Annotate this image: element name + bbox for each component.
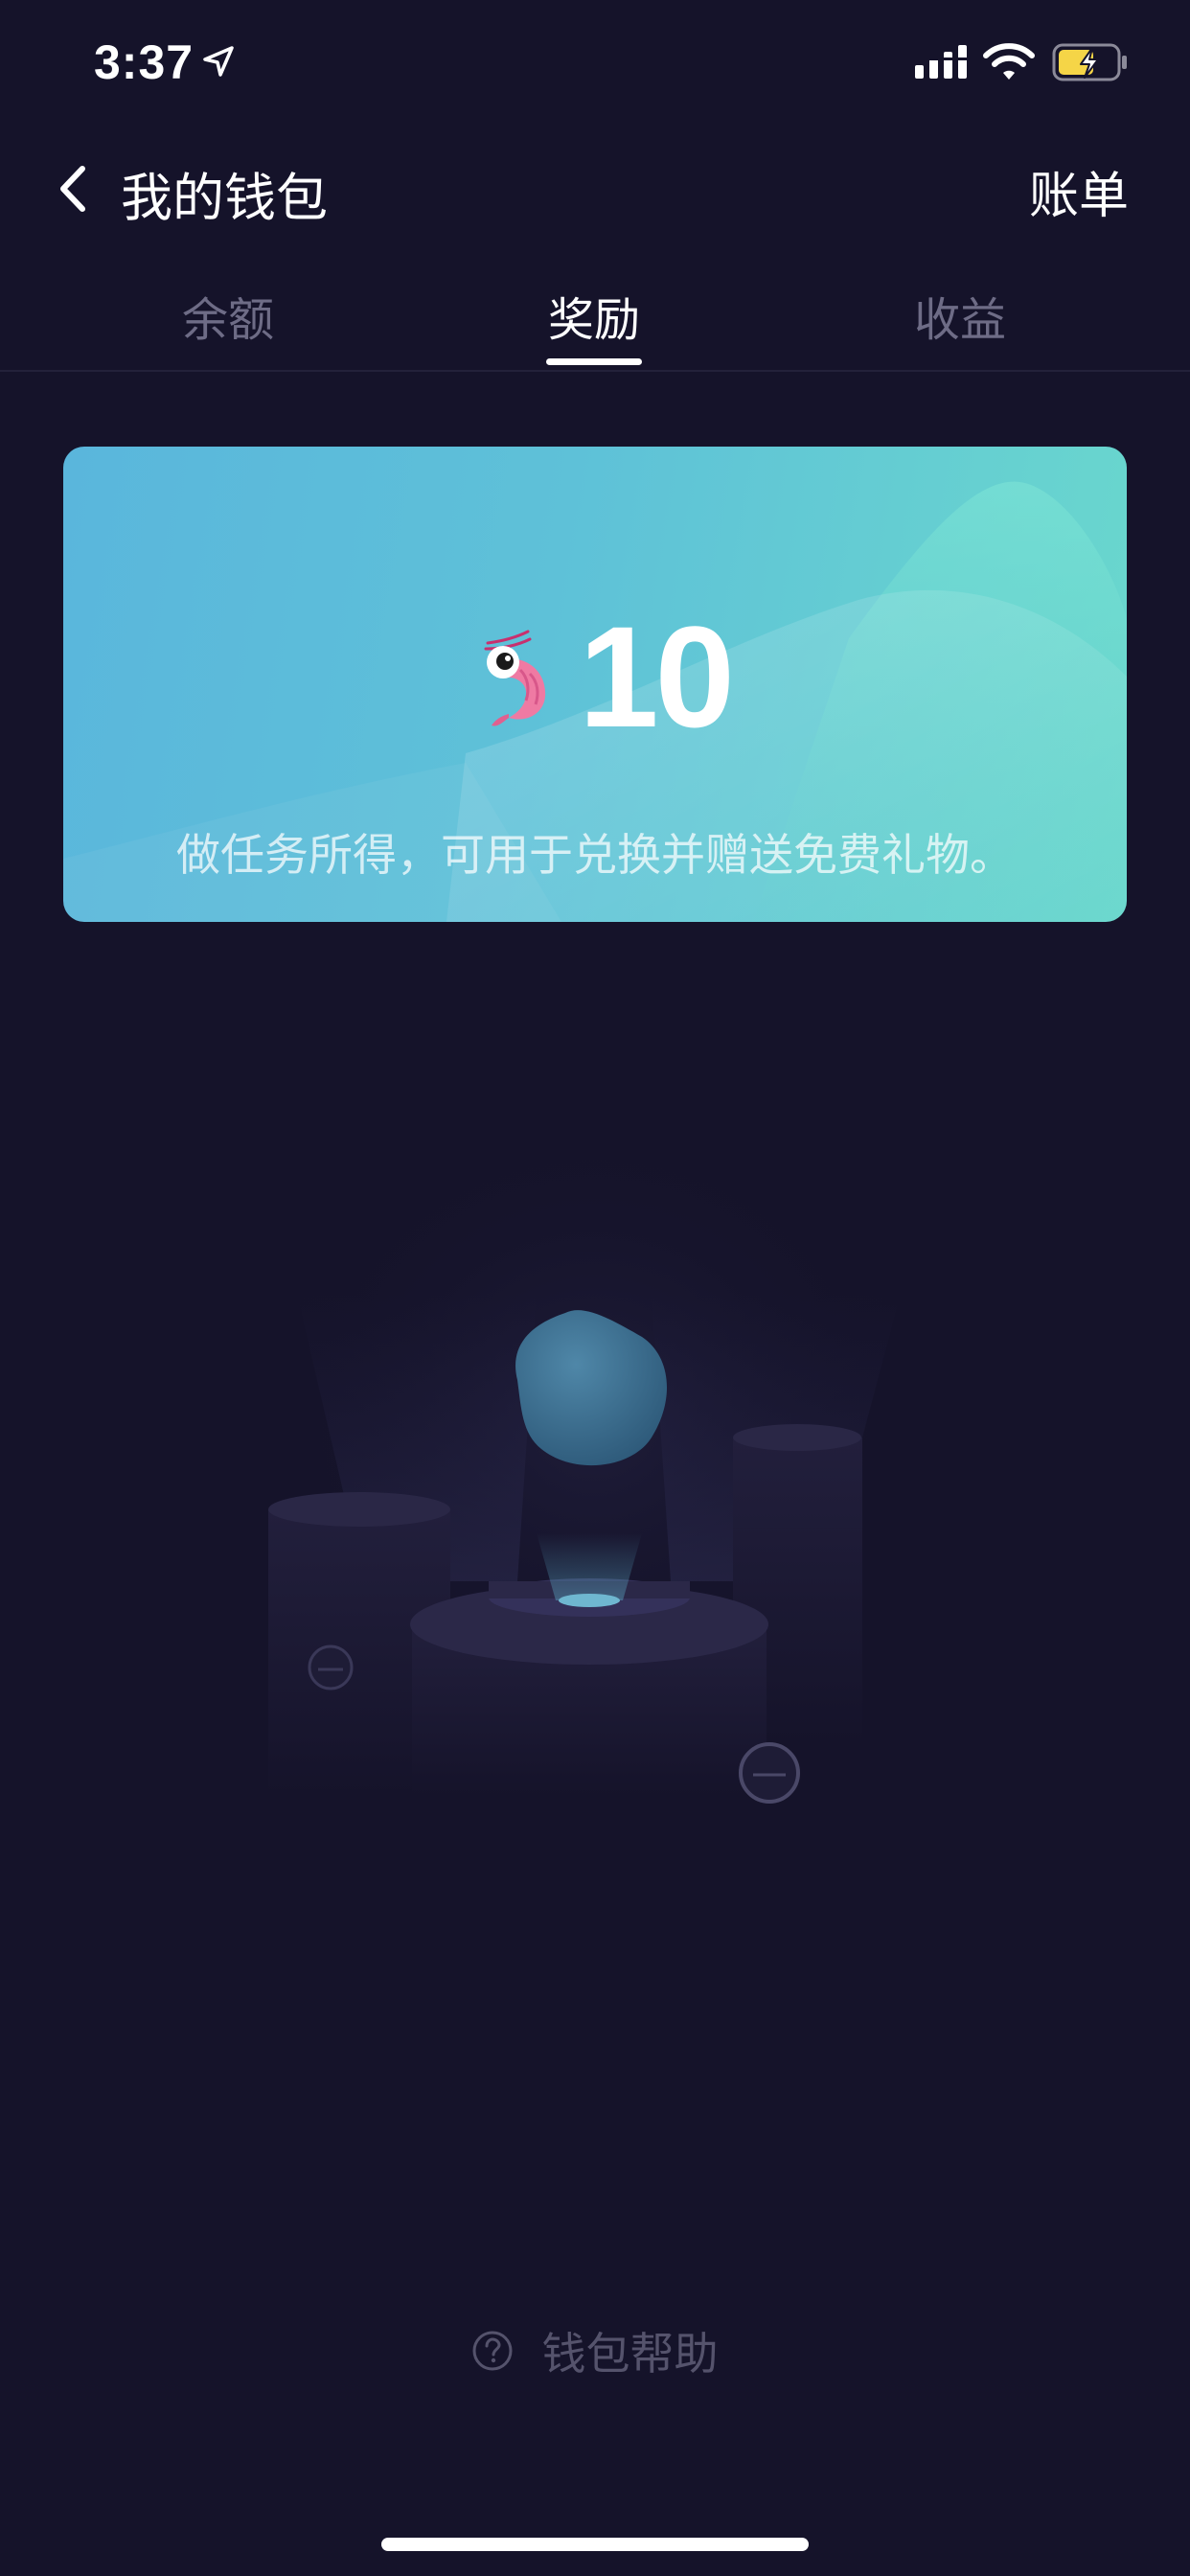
page-title: 我的钱包 xyxy=(121,168,328,228)
tab-reward[interactable]: 奖励 xyxy=(498,282,690,349)
status-bar: 3:37 xyxy=(0,0,1190,126)
reward-amount: 10 xyxy=(579,596,735,757)
shrimp-icon xyxy=(484,630,546,726)
battery-charging-icon xyxy=(1052,43,1127,81)
home-indicator[interactable] xyxy=(381,2538,809,2551)
cellular-signal-icon xyxy=(915,45,969,79)
bill-button[interactable]: 账单 xyxy=(1029,155,1129,227)
back-chevron-icon[interactable] xyxy=(56,163,90,215)
active-tab-indicator xyxy=(546,358,642,365)
reward-description: 做任务所得，可用于兑换并赠送免费礼物。 xyxy=(176,829,1014,881)
help-label: 钱包帮助 xyxy=(541,2328,719,2380)
tab-earnings[interactable]: 收益 xyxy=(864,282,1056,349)
wallet-tabs: 余额 奖励 收益 xyxy=(0,268,1190,372)
tab-balance[interactable]: 余额 xyxy=(132,282,324,349)
question-circle-icon xyxy=(472,2331,513,2371)
nav-bar: 我的钱包 账单 xyxy=(0,134,1190,242)
empty-state-illustration xyxy=(268,1131,920,1804)
wallet-help-button[interactable]: 钱包帮助 xyxy=(0,2319,1190,2396)
wifi-icon xyxy=(983,43,1035,80)
location-arrow-icon xyxy=(203,46,234,77)
reward-card: 10 做任务所得，可用于兑换并赠送免费礼物。 xyxy=(63,447,1127,922)
help-inner: 钱包帮助 xyxy=(471,2319,719,2382)
reward-amount-row: 10 xyxy=(63,596,1127,757)
status-time: 3:37 xyxy=(94,35,195,89)
